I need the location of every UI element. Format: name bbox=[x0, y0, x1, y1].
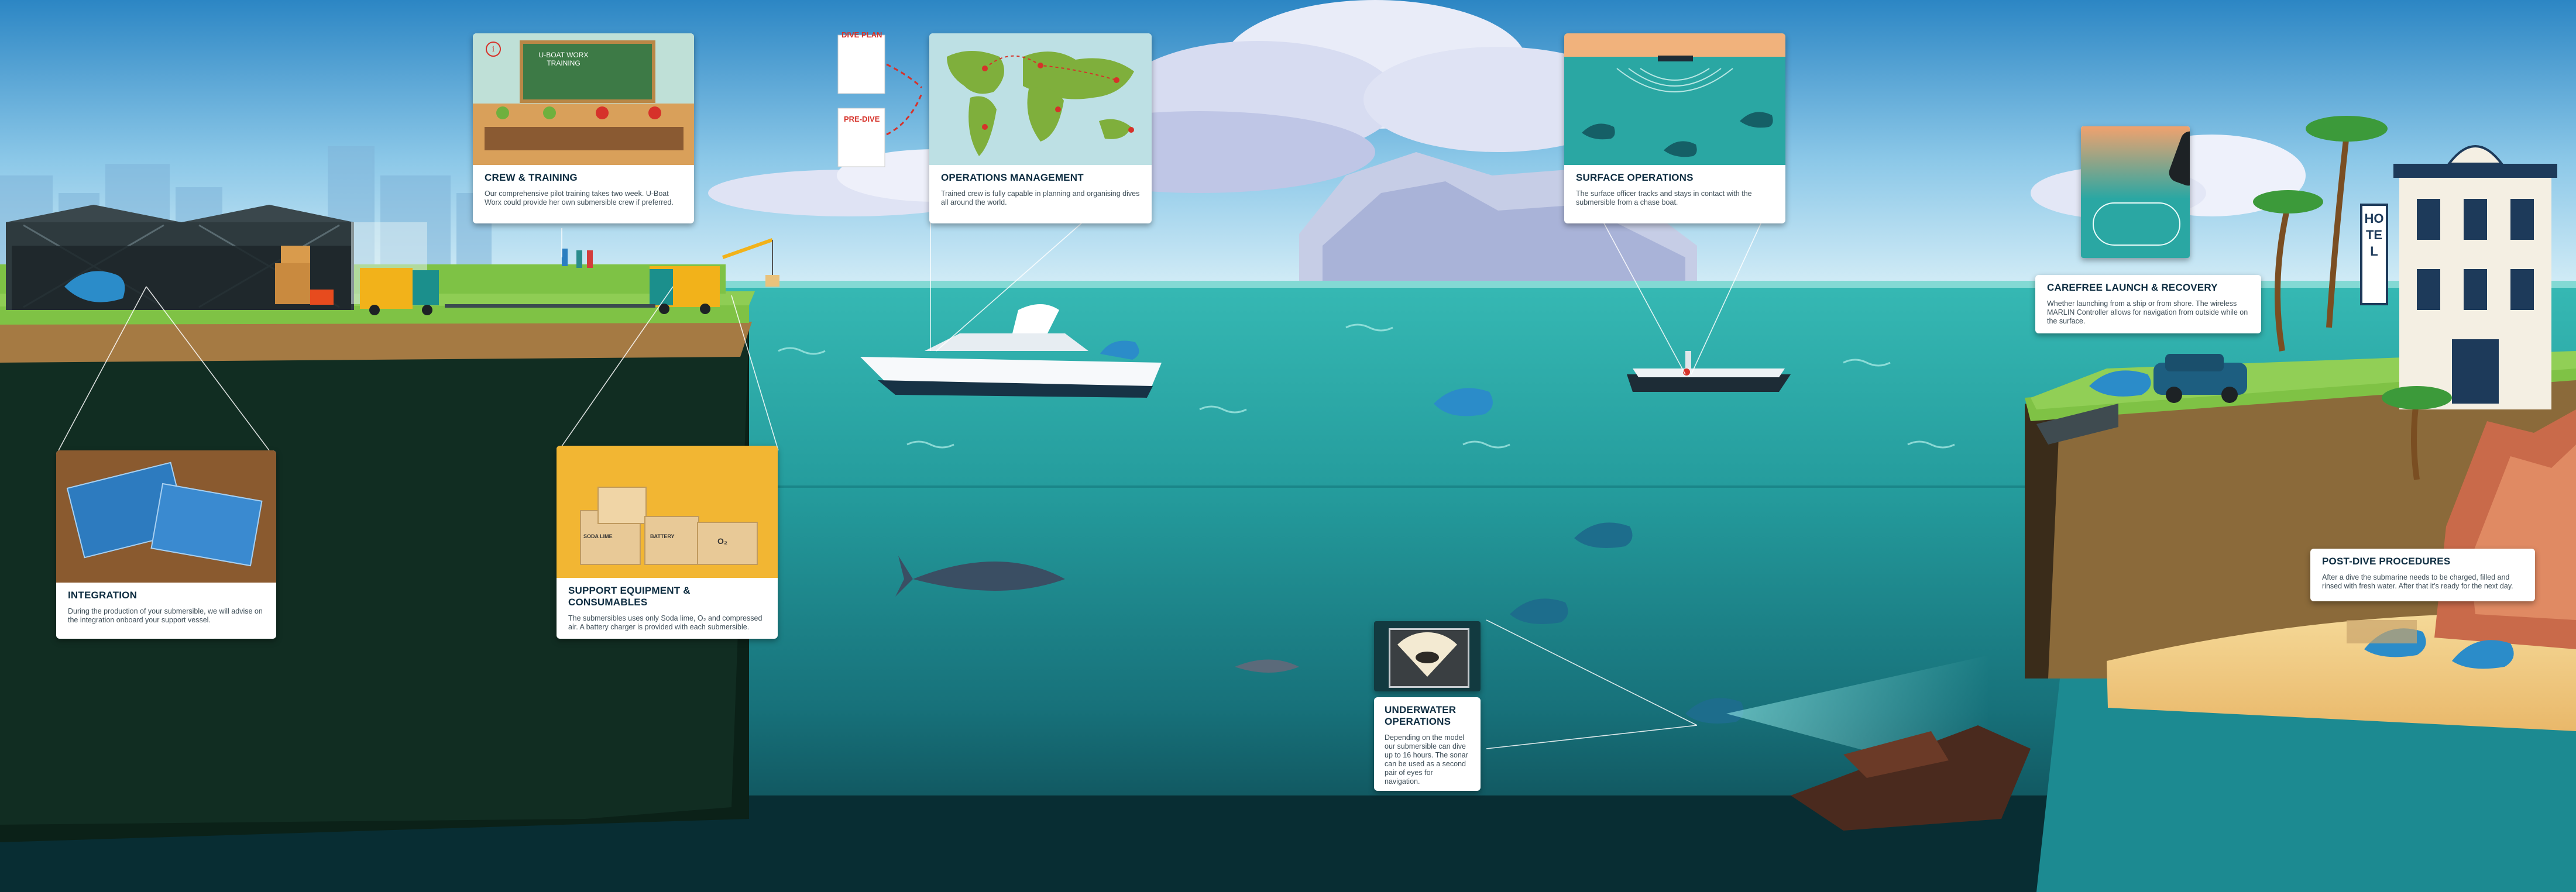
card-underwater-operations: UNDERWATER OPERATIONS Depending on the m… bbox=[1374, 697, 1481, 791]
people bbox=[562, 249, 593, 268]
underwater-operations-title: UNDERWATER OPERATIONS bbox=[1385, 704, 1457, 727]
soda-lime-box-label: SODA LIME bbox=[583, 533, 613, 539]
oxygen-box-label: O₂ bbox=[717, 536, 728, 546]
crew-training-body: Our comprehensive pilot training takes t… bbox=[485, 190, 674, 206]
integration-body: During the production of your submersibl… bbox=[68, 607, 263, 624]
crates-picture: SODA LIME O₂ BATTERY bbox=[557, 446, 778, 578]
card-surface-operations: SURFACE OPERATIONS The surface officer t… bbox=[1564, 33, 1785, 223]
blueprint-picture bbox=[56, 450, 276, 583]
surface-operations-picture bbox=[1564, 33, 1785, 165]
operations-management-title: OPERATIONS MANAGEMENT bbox=[941, 172, 1084, 183]
pre-dive-label: PRE-DIVE bbox=[844, 115, 880, 123]
card-integration: INTEGRATION During the production of you… bbox=[56, 450, 276, 639]
infographic-scene: DIVE PLAN PRE-DIVE HOTEL U-BOAT WORX TRA… bbox=[0, 0, 2576, 892]
surface-operations-title: SURFACE OPERATIONS bbox=[1576, 172, 1694, 183]
post-dive-body: After a dive the submarine needs to be c… bbox=[2322, 573, 2513, 590]
card-carefree-launch: CAREFREE LAUNCH & RECOVERY Whether launc… bbox=[2035, 275, 2261, 333]
crew-training-title: CREW & TRAINING bbox=[485, 172, 578, 183]
card-post-dive: POST-DIVE PROCEDURES After a dive the su… bbox=[2310, 549, 2535, 601]
crew-training-picture: U-BOAT WORX TRAINING i bbox=[473, 33, 694, 165]
operations-management-body: Trained crew is fully capable in plannin… bbox=[941, 190, 1140, 206]
carefree-launch-body: Whether launching from a ship or from sh… bbox=[2047, 299, 2248, 325]
support-equipment-title: SUPPORT EQUIPMENT & CONSUMABLES bbox=[568, 585, 691, 608]
carefree-launch-title: CAREFREE LAUNCH & RECOVERY bbox=[2047, 282, 2218, 293]
underwater-operations-body: Depending on the model our submersible c… bbox=[1385, 733, 1468, 786]
right-island bbox=[2025, 351, 2576, 892]
world-map-picture bbox=[929, 33, 1152, 165]
card-operations-management: OPERATIONS MANAGEMENT Trained crew is fu… bbox=[929, 33, 1152, 223]
card-support-equipment: SODA LIME O₂ BATTERY SUPPORT EQUIPMENT &… bbox=[557, 446, 778, 639]
carefree-launch-picture bbox=[2081, 126, 2190, 258]
card-crew-training: U-BOAT WORX TRAINING i CREW & TRAINING O… bbox=[473, 33, 694, 223]
world-map-icon bbox=[947, 51, 1134, 156]
surface-operations-body: The surface officer tracks and stays in … bbox=[1576, 190, 1752, 206]
sonar-waves-icon bbox=[1582, 56, 1773, 157]
training-board-text: U-BOAT WORX TRAINING bbox=[538, 51, 589, 67]
post-dive-title: POST-DIVE PROCEDURES bbox=[2322, 556, 2451, 567]
hotel-sign: HOTEL bbox=[2364, 211, 2384, 259]
sonar-screen-picture bbox=[1374, 621, 1481, 691]
battery-box-label: BATTERY bbox=[650, 533, 675, 539]
sonar-fan-icon bbox=[1397, 632, 1457, 677]
info-icon: i bbox=[486, 42, 501, 57]
dive-plan-label: DIVE PLAN bbox=[842, 30, 882, 39]
integration-title: INTEGRATION bbox=[68, 590, 138, 601]
support-equipment-body: The submersibles uses only Soda lime, O₂… bbox=[568, 614, 763, 631]
